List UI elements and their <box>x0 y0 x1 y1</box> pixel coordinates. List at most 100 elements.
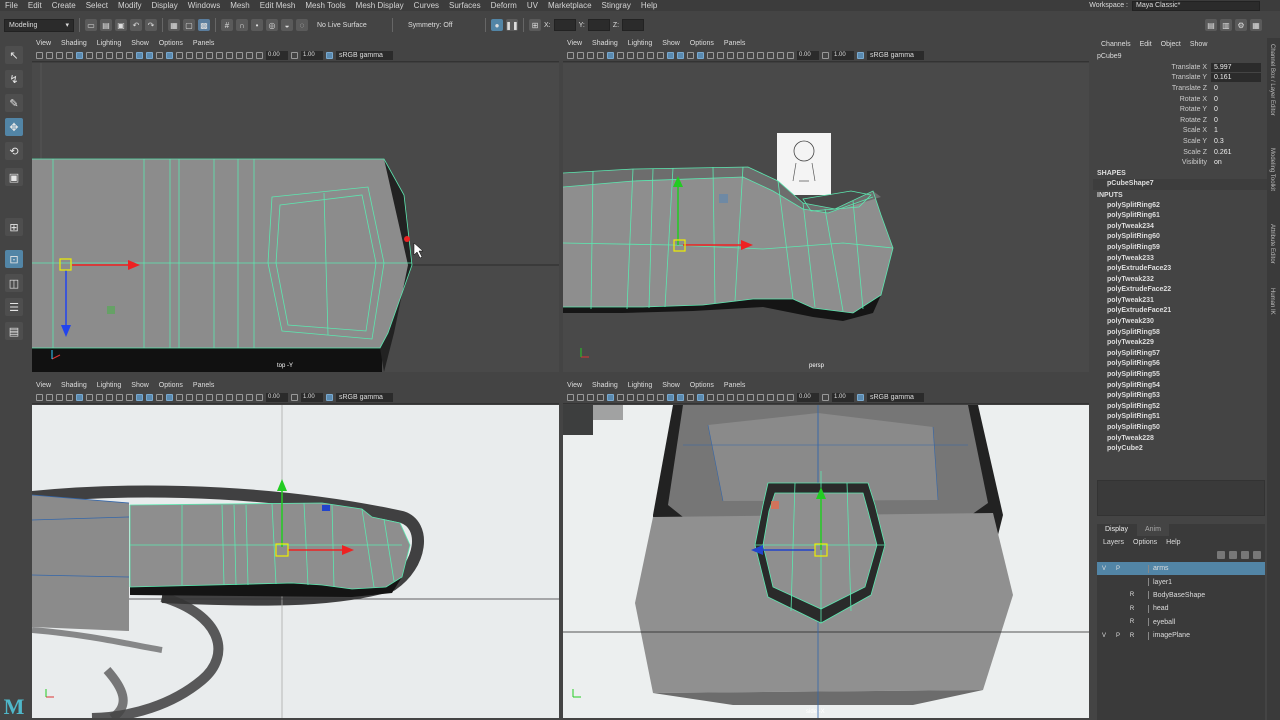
channel-value[interactable]: 0.161 <box>1211 73 1261 83</box>
shadows-icon[interactable] <box>196 393 203 401</box>
channel-label[interactable]: Translate Y <box>1093 74 1211 81</box>
undo-icon[interactable]: ↶ <box>130 19 142 31</box>
vp-menu-shading[interactable]: Shading <box>592 382 618 389</box>
channel-label[interactable]: Translate Z <box>1093 85 1211 92</box>
move-tool-icon[interactable]: ✥ <box>5 118 23 136</box>
menu-mesh-display[interactable]: Mesh Display <box>351 1 409 10</box>
channel-label[interactable]: Scale X <box>1093 127 1211 134</box>
input-node[interactable]: polyCube2 <box>1093 444 1267 455</box>
resolution-gate-icon[interactable] <box>627 393 634 401</box>
isolate-select-icon[interactable] <box>226 51 233 59</box>
object-menu[interactable]: Object <box>1161 41 1181 48</box>
image-plane-icon[interactable] <box>597 51 604 59</box>
gamma-field[interactable]: 1.00 <box>832 50 854 60</box>
wireframe-icon[interactable] <box>136 51 143 59</box>
paint-select-tool-icon[interactable]: ✎ <box>5 94 23 112</box>
layers-menu[interactable]: Layers <box>1103 539 1124 546</box>
snap-grid-icon[interactable]: # <box>221 19 233 31</box>
camera-attr-icon[interactable] <box>46 393 53 401</box>
wireframe-on-shaded-icon[interactable] <box>166 393 173 401</box>
motion-blur-icon[interactable] <box>747 393 754 401</box>
camera-icon[interactable] <box>36 393 43 401</box>
channel-label[interactable]: Rotate Z <box>1093 117 1211 124</box>
live-surface-label[interactable]: No Live Surface <box>317 22 387 29</box>
select-tool-icon[interactable]: ↖ <box>5 46 23 64</box>
viewport-side[interactable]: View Shading Lighting Show Options Panel… <box>563 380 1089 718</box>
motion-blur-icon[interactable] <box>216 393 223 401</box>
menu-create[interactable]: Create <box>47 1 81 10</box>
isolate-select-icon[interactable] <box>757 393 764 401</box>
viewport-top[interactable]: View Shading Lighting Show Options Panel… <box>32 38 559 372</box>
wireframe-icon[interactable] <box>136 393 143 401</box>
tab-channel-box[interactable]: Channel Box / Layer Editor <box>1269 44 1275 116</box>
menu-file[interactable]: File <box>0 1 23 10</box>
safe-action-icon[interactable] <box>657 51 664 59</box>
gamma-icon[interactable] <box>291 51 298 59</box>
exposure-icon[interactable] <box>256 393 263 401</box>
input-node[interactable]: polySplitRing52 <box>1093 402 1267 413</box>
channel-value[interactable]: 0 <box>1211 105 1261 114</box>
gate-mask-icon[interactable] <box>106 51 113 59</box>
channel-row[interactable]: Rotate Z0 <box>1093 115 1267 126</box>
channel-row[interactable]: Scale Z 0.261 <box>1093 147 1267 158</box>
channel-row[interactable]: Visibility on <box>1093 157 1267 168</box>
isolate-select-icon[interactable] <box>226 393 233 401</box>
input-node[interactable]: polySplitRing61 <box>1093 211 1267 222</box>
lights-icon[interactable] <box>717 393 724 401</box>
menu-surfaces[interactable]: Surfaces <box>444 1 486 10</box>
tab-display[interactable]: Display <box>1097 524 1136 536</box>
vp-menu-shading[interactable]: Shading <box>61 382 87 389</box>
tab-modeling-toolkit[interactable]: Modeling Toolkit <box>1269 148 1275 191</box>
workspace-dropdown[interactable]: Maya Classic* <box>1132 0 1260 11</box>
film-gate-icon[interactable] <box>617 393 624 401</box>
attribute-editor-icon[interactable]: ▥ <box>1220 19 1232 31</box>
viewport-canvas[interactable]: side -X <box>563 405 1089 718</box>
new-empty-layer-icon[interactable] <box>1241 551 1249 559</box>
default-material-icon[interactable] <box>156 51 163 59</box>
channel-row[interactable]: Translate X 5.997 <box>1093 62 1267 73</box>
viewport-canvas[interactable]: top -Y <box>32 63 559 372</box>
motion-blur-icon[interactable] <box>747 51 754 59</box>
input-node[interactable]: polyTweak234 <box>1093 222 1267 233</box>
bookmark-icon[interactable] <box>587 51 594 59</box>
vp-menu-shading[interactable]: Shading <box>592 40 618 47</box>
shadows-icon[interactable] <box>727 393 734 401</box>
vp-menu-view[interactable]: View <box>36 40 51 47</box>
channel-row[interactable]: Scale Y 0.3 <box>1093 136 1267 147</box>
ambient-occlusion-icon[interactable] <box>737 51 744 59</box>
channel-box-icon[interactable]: ▦ <box>1250 19 1262 31</box>
menu-help[interactable]: Help <box>636 1 662 10</box>
layer-name[interactable]: BodyBaseShape <box>1149 592 1205 599</box>
gate-mask-icon[interactable] <box>637 393 644 401</box>
panel-layout-icon[interactable]: ▤ <box>1205 19 1217 31</box>
channel-row[interactable]: Translate Y 0.161 <box>1093 73 1267 84</box>
colorspace-dropdown[interactable]: sRGB gamma <box>867 392 924 402</box>
symmetry-label[interactable]: Symmetry: Off <box>408 22 480 29</box>
menu-modify[interactable]: Modify <box>113 1 147 10</box>
grid-icon[interactable] <box>607 51 614 59</box>
layer-row[interactable]: Reyeball <box>1097 616 1265 629</box>
film-gate-icon[interactable] <box>617 51 624 59</box>
select-component-icon[interactable]: ▩ <box>198 19 210 31</box>
y-field[interactable] <box>587 19 610 31</box>
render-icon[interactable]: ● <box>491 19 503 31</box>
layer-row[interactable]: layer1 <box>1097 575 1265 588</box>
layer-toggle-v[interactable]: V <box>1097 566 1111 572</box>
channel-row[interactable]: Rotate Y0 <box>1093 104 1267 115</box>
channels-menu[interactable]: Channels <box>1101 41 1131 48</box>
tab-anim[interactable]: Anim <box>1136 524 1169 536</box>
resolution-gate-icon[interactable] <box>627 51 634 59</box>
channel-label[interactable]: Rotate X <box>1093 96 1211 103</box>
exposure-field[interactable]: 0.00 <box>797 50 819 60</box>
textured-icon[interactable] <box>707 393 714 401</box>
vp-menu-lighting[interactable]: Lighting <box>97 382 122 389</box>
gamma-icon[interactable] <box>822 393 829 401</box>
snap-surface-icon[interactable]: ◒ <box>281 19 293 31</box>
xray-joints-icon[interactable] <box>246 393 253 401</box>
safe-action-icon[interactable] <box>657 393 664 401</box>
live-surface-icon[interactable]: ◌ <box>296 19 308 31</box>
snap-point-icon[interactable]: • <box>251 19 263 31</box>
safe-action-icon[interactable] <box>126 393 133 401</box>
tool-settings-icon[interactable]: ⚙ <box>1235 19 1247 31</box>
input-node[interactable]: polyTweak228 <box>1093 434 1267 445</box>
